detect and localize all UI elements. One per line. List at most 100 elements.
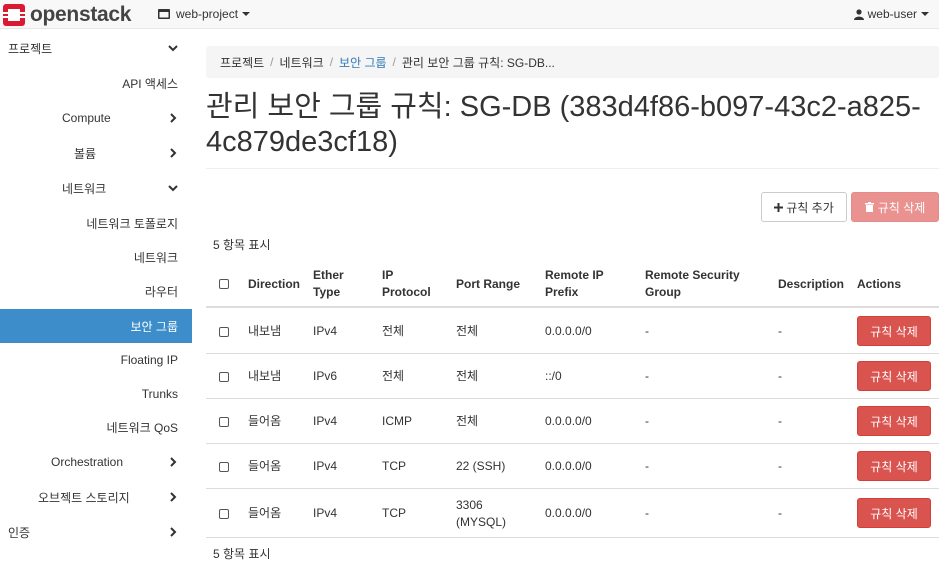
column-header-remote-security-group[interactable]: Remote Security Group: [645, 260, 760, 308]
cell-remote-security-group: -: [645, 414, 649, 428]
cell-remote-security-group: -: [645, 506, 649, 520]
cell-direction: 들어옴: [248, 506, 282, 520]
project-dropdown[interactable]: web-project: [158, 7, 251, 21]
row-checkbox[interactable]: [219, 326, 229, 337]
cell-description: -: [778, 414, 782, 428]
cell-direction: 내보냄: [248, 369, 282, 383]
breadcrumb-separator: /: [270, 55, 274, 69]
delete-rules-button[interactable]: 규칙 삭제: [851, 192, 939, 222]
cell-direction: 들어옴: [248, 414, 282, 428]
row-checkbox[interactable]: [219, 416, 229, 427]
cell-ether-type: IPv4: [313, 324, 338, 338]
item-count-top: 5 항목 표시: [213, 238, 271, 252]
chevron-right-icon: [170, 457, 177, 467]
table-row: 내보냄 IPv6 전체 전체 ::/0 - - 규칙 삭제: [206, 354, 939, 399]
cell-remote-security-group: -: [645, 369, 649, 383]
select-all-checkbox[interactable]: [219, 279, 229, 289]
delete-rules-label: 규칙 삭제: [877, 200, 926, 215]
cell-remote-ip-prefix: 0.0.0.0/0: [545, 459, 592, 473]
cell-ether-type: IPv4: [313, 459, 338, 473]
sidebar-item-network[interactable]: 네트워크: [0, 171, 192, 205]
cell-description: -: [778, 459, 782, 473]
user-dropdown[interactable]: web-user: [853, 7, 929, 21]
column-header-remote-ip-prefix[interactable]: Remote IP Prefix: [545, 260, 617, 308]
user-icon: [853, 8, 864, 20]
openstack-logo-icon: [3, 3, 25, 26]
row-checkbox[interactable]: [219, 371, 229, 382]
chevron-right-icon: [170, 113, 177, 123]
cell-remote-ip-prefix: 0.0.0.0/0: [545, 506, 592, 520]
sidebar-item-trunks[interactable]: Trunks: [0, 377, 192, 411]
sidebar-item-network-qos[interactable]: 네트워크 QoS: [0, 410, 192, 444]
sidebar-item-networks[interactable]: 네트워크: [0, 240, 192, 274]
breadcrumb-security-groups-link[interactable]: 보안 그룹: [339, 54, 387, 71]
cell-ether-type: IPv4: [313, 506, 338, 520]
sidebar-item-identity[interactable]: 인증: [0, 515, 192, 549]
sidebar-item-label: 라우터: [144, 284, 178, 299]
cell-remote-ip-prefix: 0.0.0.0/0: [545, 414, 592, 428]
sidebar-item-volume[interactable]: 볼륨: [0, 136, 192, 170]
row-select-cell: [219, 309, 229, 354]
delete-rule-button[interactable]: 규칙 삭제: [857, 451, 931, 481]
delete-rule-button[interactable]: 규칙 삭제: [857, 406, 931, 436]
project-icon: [158, 9, 170, 19]
cell-ip-protocol: 전체: [382, 324, 405, 338]
chevron-right-icon: [170, 527, 177, 537]
chevron-down-icon: [168, 185, 178, 192]
row-select-cell: [219, 444, 229, 489]
item-count-bottom: 5 항목 표시: [213, 547, 271, 561]
sidebar-item-label: 인증: [8, 525, 31, 540]
table-header: Direction Ether Type IP Protocol Port Ra…: [206, 260, 939, 308]
top-navbar: openstack web-project web-user: [0, 0, 939, 29]
cell-direction: 내보냄: [248, 324, 282, 338]
chevron-right-icon: [170, 148, 177, 158]
table-row: 들어옴 IPv4 TCP 22 (SSH) 0.0.0.0/0 - - 규칙 삭…: [206, 444, 939, 489]
row-select-cell: [219, 399, 229, 444]
cell-remote-ip-prefix: ::/0: [545, 369, 562, 383]
column-header-port-range[interactable]: Port Range: [456, 260, 538, 308]
column-header-ip-protocol[interactable]: IP Protocol: [382, 260, 444, 308]
cell-remote-security-group: -: [645, 324, 649, 338]
brand-text: openstack: [30, 2, 132, 26]
cell-ether-type: IPv6: [313, 369, 338, 383]
sidebar-item-api-access[interactable]: API 액세스: [0, 66, 192, 100]
sidebar-item-security-groups[interactable]: 보안 그룹: [0, 309, 192, 343]
select-all-cell: [219, 260, 229, 308]
sidebar-item-label: 네트워크 QoS: [106, 420, 178, 435]
cell-remote-security-group: -: [645, 459, 649, 473]
cell-description: -: [778, 506, 782, 520]
sidebar-item-label: 볼륨: [74, 146, 97, 161]
sidebar-item-object-storage[interactable]: 오브젝트 스토리지: [0, 480, 192, 514]
breadcrumb-separator: /: [329, 55, 334, 69]
sidebar-item-label: 네트워크: [133, 250, 178, 265]
sidebar-item-label: 프로젝트: [8, 41, 53, 56]
column-header-direction[interactable]: Direction: [248, 260, 310, 308]
breadcrumb-separator: /: [392, 55, 396, 69]
delete-rule-button[interactable]: 규칙 삭제: [857, 361, 931, 391]
column-header-ether-type[interactable]: Ether Type: [313, 260, 369, 308]
delete-rule-button[interactable]: 규칙 삭제: [857, 498, 931, 528]
sidebar-item-compute[interactable]: Compute: [0, 101, 192, 135]
sidebar-item-floating-ip[interactable]: Floating IP: [0, 343, 192, 377]
sidebar-item-label: Compute: [62, 111, 111, 125]
breadcrumb-network: 네트워크: [279, 55, 324, 70]
add-rule-button[interactable]: 규칙 추가: [761, 192, 847, 222]
column-header-description[interactable]: Description: [778, 260, 858, 308]
chevron-right-icon: [170, 492, 177, 502]
sidebar-item-routers[interactable]: 라우터: [0, 274, 192, 308]
chevron-down-icon: [168, 45, 178, 52]
cell-port-range: 22 (SSH): [456, 459, 506, 473]
delete-rule-button[interactable]: 규칙 삭제: [857, 316, 931, 346]
row-checkbox[interactable]: [219, 461, 229, 472]
sidebar: 프로젝트 API 액세스 Compute 볼륨 네트워크 네트워크 토폴로지 네…: [0, 30, 192, 582]
sidebar-item-project[interactable]: 프로젝트: [0, 31, 192, 65]
table-row: 들어옴 IPv4 ICMP 전체 0.0.0.0/0 - - 규칙 삭제: [206, 399, 939, 444]
trash-icon: [864, 202, 874, 212]
sidebar-item-orchestration[interactable]: Orchestration: [0, 445, 192, 479]
openstack-logo[interactable]: openstack: [2, 2, 131, 27]
cell-port-range: 전체: [456, 369, 479, 383]
caret-down-icon: [242, 12, 251, 16]
row-checkbox[interactable]: [219, 508, 229, 519]
sidebar-item-network-topology[interactable]: 네트워크 토폴로지: [0, 206, 192, 240]
add-rule-label: 규칙 추가: [786, 200, 834, 215]
